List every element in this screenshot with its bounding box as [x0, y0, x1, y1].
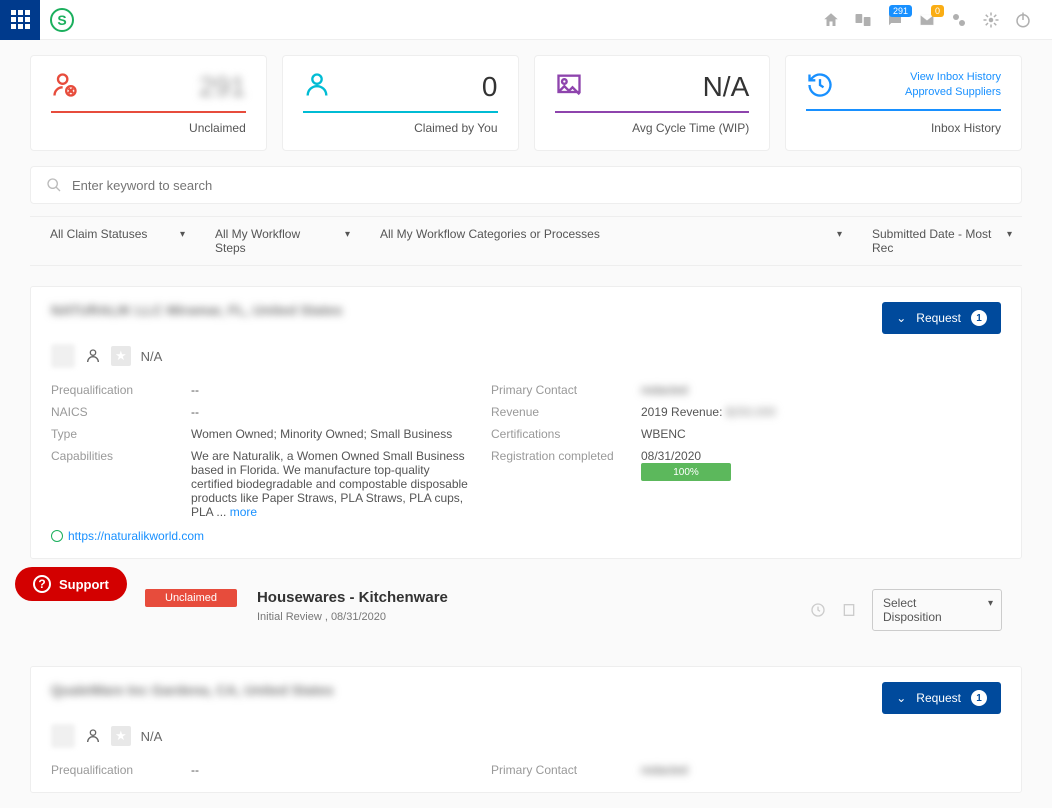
filter-categories[interactable]: All My Workflow Categories or Processes▾ [360, 217, 852, 265]
messages-badge: 291 [889, 5, 912, 17]
more-link[interactable]: more [230, 505, 257, 519]
image-icon [555, 71, 583, 99]
cycle-title: Avg Cycle Time (WIP) [555, 121, 750, 135]
home-icon[interactable] [822, 11, 840, 29]
logo-icon: S [50, 8, 74, 32]
globe-icon [51, 530, 63, 542]
filter-claim-status[interactable]: All Claim Statuses▾ [30, 217, 195, 265]
supplier-name: QualeWare Inc Gardena, CA, United States [51, 682, 334, 698]
app-grid-button[interactable] [0, 0, 40, 40]
label-naics: NAICS [51, 405, 171, 419]
unclaimed-value: 291 [199, 71, 246, 103]
value-registration: 08/31/2020 100% [641, 449, 1001, 519]
request-count: 1 [971, 690, 987, 706]
card-unclaimed[interactable]: 291 Unclaimed [30, 55, 267, 151]
supplier-website-link[interactable]: https://naturalikworld.com [51, 529, 1001, 543]
messages-icon[interactable]: 291 [886, 11, 904, 29]
rating-value: N/A [141, 349, 163, 364]
value-prequalification: -- [191, 383, 471, 397]
disposition-select[interactable]: Select Disposition▾ [872, 589, 1002, 631]
person-icon [303, 71, 331, 99]
person-x-icon [51, 71, 79, 99]
chevron-down-icon: ▾ [180, 229, 185, 240]
card-claimed[interactable]: 0 Claimed by You [282, 55, 519, 151]
request-button[interactable]: ⌄ Request 1 [882, 302, 1001, 334]
rating-value: N/A [141, 729, 163, 744]
value-primary-contact: redacted [641, 383, 1001, 397]
value-type: Women Owned; Minority Owned; Small Busin… [191, 427, 471, 441]
filter-sort[interactable]: Submitted Date - Most Rec▾ [852, 217, 1022, 265]
value-capabilities: We are Naturalik, a Women Owned Small Bu… [191, 449, 471, 519]
supplier-card-1: NATURALIK LLC Miramar, FL, United States… [30, 286, 1022, 559]
envelope-icon[interactable]: 0 [918, 11, 936, 29]
star-icon: ★ [111, 346, 131, 366]
history-title: Inbox History [806, 121, 1001, 135]
label-primary-contact: Primary Contact [491, 383, 621, 397]
filter-workflow-steps[interactable]: All My Workflow Steps▾ [195, 217, 360, 265]
support-button[interactable]: ? Support [15, 567, 127, 601]
chevron-down-icon: ▾ [837, 229, 842, 240]
label-certifications: Certifications [491, 427, 621, 441]
cycle-value: N/A [703, 71, 750, 103]
value-revenue: 2019 Revenue: $250,000 [641, 405, 1001, 419]
chevron-down-icon: ▾ [1007, 229, 1012, 240]
value-certifications: WBENC [641, 427, 1001, 441]
chevron-down-icon: ▾ [345, 229, 350, 240]
card-cycle[interactable]: N/A Avg Cycle Time (WIP) [534, 55, 771, 151]
person-icon [85, 728, 101, 744]
chevron-down-icon: ▾ [988, 598, 993, 609]
request-button[interactable]: ⌄ Request 1 [882, 682, 1001, 714]
search-bar[interactable] [30, 166, 1022, 204]
envelope-badge: 0 [931, 5, 944, 17]
gear-icon[interactable] [982, 11, 1000, 29]
approved-suppliers-link[interactable]: Approved Suppliers [905, 86, 1001, 98]
label-capabilities: Capabilities [51, 449, 171, 519]
supplier-logo [51, 344, 75, 368]
workflow-subtitle: Initial Review , 08/31/2020 [257, 611, 790, 623]
value-prequalification: -- [191, 763, 471, 777]
translate-icon[interactable] [854, 11, 872, 29]
supplier-name: NATURALIK LLC Miramar, FL, United States [51, 302, 342, 318]
claim-status-badge: Unclaimed [145, 589, 237, 607]
label-prequalification: Prequalification [51, 383, 171, 397]
value-naics: -- [191, 405, 471, 419]
progress-bar: 100% [641, 463, 731, 481]
view-inbox-history-link[interactable]: View Inbox History [910, 71, 1001, 83]
claimed-value: 0 [482, 71, 498, 103]
label-registration: Registration completed [491, 449, 621, 519]
person-icon [85, 348, 101, 364]
chevron-down-icon: ⌄ [896, 311, 906, 325]
workflow-title: Housewares - Kitchenware [257, 589, 790, 606]
claimed-title: Claimed by You [303, 121, 498, 135]
settings-gears-icon[interactable] [950, 11, 968, 29]
power-icon[interactable] [1014, 11, 1032, 29]
label-revenue: Revenue [491, 405, 621, 419]
question-icon: ? [33, 575, 51, 593]
app-grid-icon [11, 10, 30, 29]
unclaimed-title: Unclaimed [51, 121, 246, 135]
workflow-row: Unclaimed Housewares - Kitchenware Initi… [30, 574, 1022, 646]
chevron-down-icon: ⌄ [896, 691, 906, 705]
value-primary-contact: redacted [641, 763, 1001, 777]
supplier-logo [51, 724, 75, 748]
label-type: Type [51, 427, 171, 441]
request-count: 1 [971, 310, 987, 326]
supplier-card-2: QualeWare Inc Gardena, CA, United States… [30, 666, 1022, 793]
star-icon: ★ [111, 726, 131, 746]
search-input[interactable] [72, 178, 1006, 193]
search-icon [46, 177, 62, 193]
label-prequalification: Prequalification [51, 763, 171, 777]
card-history: View Inbox History Approved Suppliers In… [785, 55, 1022, 151]
label-primary-contact: Primary Contact [491, 763, 621, 777]
history-icon [806, 71, 834, 99]
